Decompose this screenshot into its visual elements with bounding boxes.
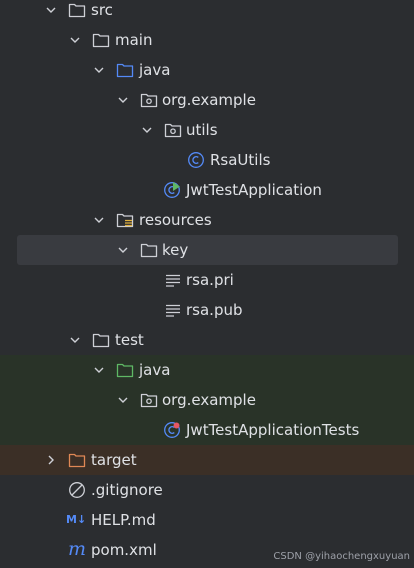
tree-item-label: RsaUtils [210,151,271,169]
package-icon [140,391,158,409]
tree-item-label: src [91,1,113,19]
tree-item-label: key [162,241,189,259]
text-file-icon [164,271,182,289]
tree-item-help-md[interactable]: M↓ HELP.md [0,505,414,535]
test-class-icon [163,421,181,439]
folder-icon [92,31,110,49]
tree-item-label: pom.xml [91,541,157,559]
tree-item-jwttestapplication[interactable]: JwtTestApplication [0,175,414,205]
tree-item-label: JwtTestApplicationTests [186,421,360,439]
chevron-down-icon[interactable] [116,385,130,415]
spring-class-icon [163,181,181,199]
tree-item-label: utils [186,121,218,139]
tree-item-java-test[interactable]: java [0,355,414,385]
test-source-folder-icon [116,361,134,379]
chevron-down-icon[interactable] [68,25,82,55]
tree-item-label: org.example [162,391,256,409]
tree-item-test[interactable]: test [0,325,414,355]
resources-folder-icon [116,211,134,229]
chevron-down-icon[interactable] [92,355,106,385]
tree-item-org-example-test[interactable]: org.example [0,385,414,415]
tree-item-label: HELP.md [91,511,156,529]
tree-item-label: org.example [162,91,256,109]
tree-item-label: target [91,451,137,469]
chevron-down-icon[interactable] [116,235,130,265]
markdown-icon: M↓ [66,513,87,526]
tree-item-label: .gitignore [91,481,163,499]
class-icon [187,151,205,169]
tree-item-utils[interactable]: utils [0,115,414,145]
folder-icon [140,241,158,259]
tree-item-java-main[interactable]: java [0,55,414,85]
project-tree: src main java org.example utils RsaUtils… [0,0,414,565]
tree-item-target[interactable]: target [0,445,414,475]
tree-item-label: rsa.pub [186,301,243,319]
tree-item-label: JwtTestApplication [186,181,322,199]
excluded-folder-icon [68,451,86,469]
tree-item-label: resources [139,211,212,229]
tree-item-org-example-main[interactable]: org.example [0,85,414,115]
tree-item-key[interactable]: key [17,235,398,265]
chevron-down-icon[interactable] [116,85,130,115]
chevron-down-icon[interactable] [44,0,58,25]
folder-icon [92,331,110,349]
tree-item-gitignore[interactable]: .gitignore [0,475,414,505]
package-icon [140,91,158,109]
tree-item-label: java [139,361,171,379]
tree-item-label: rsa.pri [186,271,234,289]
maven-icon: m [68,538,87,560]
ignore-file-icon [68,481,86,499]
source-folder-icon [116,61,134,79]
tree-item-src[interactable]: src [0,0,414,25]
chevron-down-icon[interactable] [140,115,154,145]
tree-item-rsa-pub[interactable]: rsa.pub [0,295,414,325]
tree-item-rsautils[interactable]: RsaUtils [0,145,414,175]
tree-item-label: java [139,61,171,79]
folder-icon [68,1,86,19]
text-file-icon [164,301,182,319]
tree-item-resources[interactable]: resources [0,205,414,235]
tree-item-rsa-pri[interactable]: rsa.pri [0,265,414,295]
tree-item-label: main [115,31,153,49]
tree-item-main[interactable]: main [0,25,414,55]
package-icon [164,121,182,139]
chevron-right-icon[interactable] [44,445,58,475]
chevron-down-icon[interactable] [92,55,106,85]
chevron-down-icon[interactable] [92,205,106,235]
chevron-down-icon[interactable] [68,325,82,355]
tree-item-jwttestapplicationtests[interactable]: JwtTestApplicationTests [0,415,414,445]
watermark: CSDN @yihaochengxuyuan [273,551,410,562]
tree-item-label: test [115,331,144,349]
